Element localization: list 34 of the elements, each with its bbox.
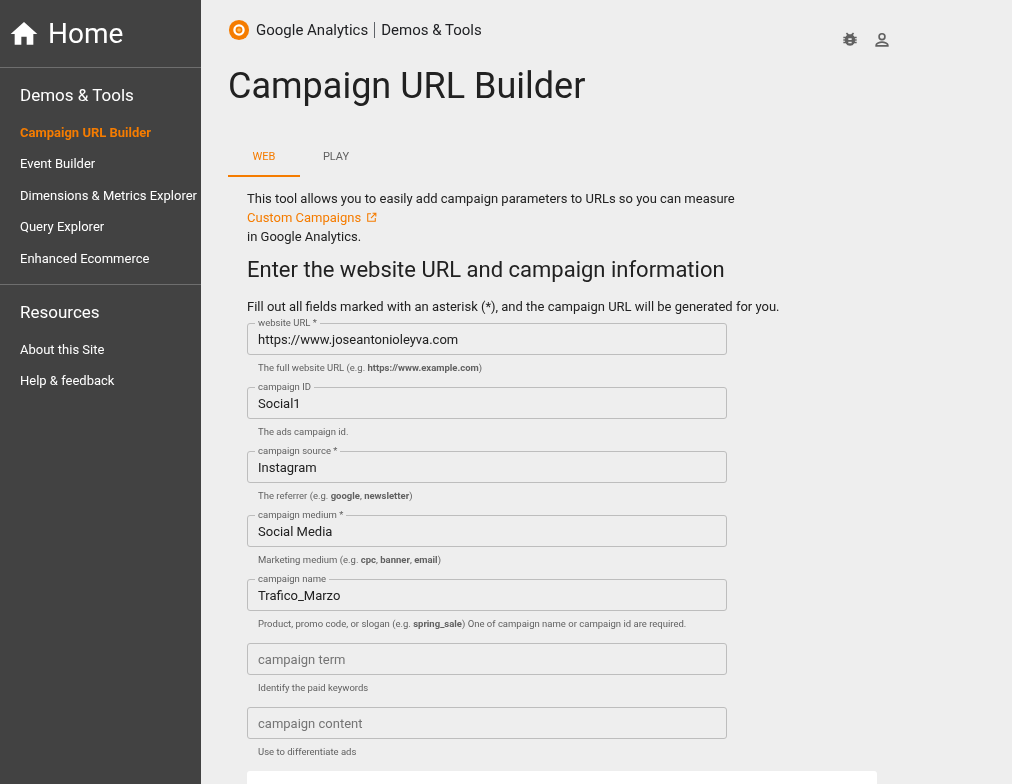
logo-icon <box>228 19 250 42</box>
input-field[interactable]: campaign content <box>247 707 727 739</box>
helper-text: The referrer (e.g. google, newsletter) <box>257 489 414 502</box>
sidebar-item[interactable]: Help & feedback <box>0 365 201 397</box>
input-field[interactable]: campaign term <box>247 643 727 675</box>
helper-text: Product, promo code, or slogan (e.g. spring_sale) One of campaign name or campaign id are required. <box>257 617 688 630</box>
helper-text: Identify the paid keywords <box>257 681 370 694</box>
sidebar-heading: Demos & Tools <box>19 84 135 107</box>
helper-text: Marketing medium (e.g. cpc, banner, email) <box>257 553 442 566</box>
instructions-text: Fill out all fields marked with an asterisk (*), and the campaign URL will be generated for you. <box>247 297 781 316</box>
intro-text: in Google Analytics. <box>247 228 363 246</box>
section-heading: Enter the website URL and campaign information <box>247 256 726 284</box>
helper-text: The full website URL (e.g. https://www.example.com) <box>257 361 484 374</box>
sidebar-item[interactable]: Campaign URL Builder <box>0 116 201 148</box>
brand-name: Google Analytics <box>256 20 369 41</box>
field-label: website URL * <box>255 317 320 328</box>
sidebar-item[interactable]: Query Explorer <box>0 211 201 243</box>
sidebar-item[interactable]: Enhanced Ecommerce <box>0 242 201 274</box>
product-name: Demos & Tools <box>381 20 482 41</box>
sidebar-item[interactable]: Dimensions & Metrics Explorer <box>0 179 201 211</box>
field-label: campaign ID <box>255 381 315 392</box>
field-label: campaign name <box>255 573 329 584</box>
home-link[interactable]: Home <box>48 19 124 48</box>
helper-text: The ads campaign id. <box>257 425 350 438</box>
intro-text: This tool allows you to easily add campaign parameters to URLs so you can measure <box>247 190 736 208</box>
person-icon[interactable] <box>872 30 892 50</box>
page-title: Campaign URL Builder <box>228 64 587 109</box>
helper-text: Use to differentiate ads <box>257 745 358 758</box>
field-label: campaign source * <box>255 445 341 456</box>
sidebar-heading: Resources <box>19 301 101 324</box>
tab[interactable]: PLAY <box>300 139 372 177</box>
field-label: campaign medium * <box>255 509 347 520</box>
sidebar-item[interactable]: About this Site <box>0 333 201 365</box>
sidebar-item[interactable]: Event Builder <box>0 148 201 180</box>
